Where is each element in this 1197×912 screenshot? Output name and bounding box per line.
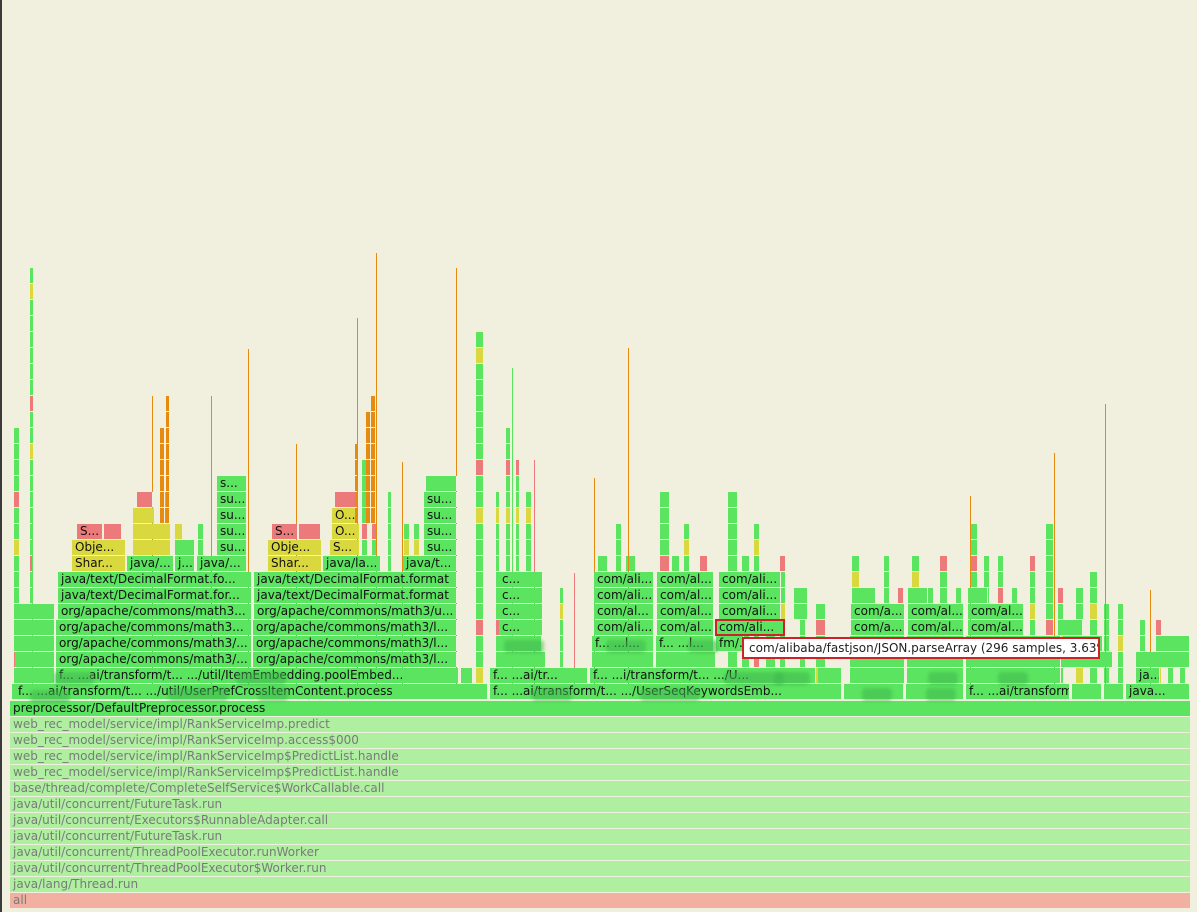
flame-frame[interactable]: com/al... bbox=[657, 620, 714, 635]
flame-frame[interactable]: f... ...ai/transformer/... bbox=[966, 684, 1070, 699]
frame-tooltip: com/alibaba/fastjson/JSON.parseArray (29… bbox=[742, 637, 1100, 659]
flame-frame[interactable]: su... bbox=[424, 508, 457, 523]
flame-frame[interactable]: su... bbox=[217, 524, 247, 539]
flame-frame[interactable]: su... bbox=[217, 540, 247, 555]
flame-frame[interactable]: java/text/DecimalFormat.fo... bbox=[58, 572, 252, 587]
flame-frame[interactable]: c... bbox=[499, 588, 543, 603]
flame-frame[interactable]: org/apache/commons/math3/l... bbox=[253, 652, 457, 667]
flame-frame[interactable]: su... bbox=[217, 492, 247, 507]
flame-frame[interactable]: java/t... bbox=[403, 556, 457, 571]
flame-frame[interactable]: com/al... bbox=[657, 572, 714, 587]
flame-frame[interactable]: f... ...ai/tr... bbox=[490, 668, 588, 683]
flame-frame[interactable]: org/apache/commons/math3... bbox=[56, 620, 252, 635]
flame-frame[interactable]: ja... bbox=[1136, 668, 1160, 683]
flame-frame[interactable]: java/... bbox=[127, 556, 174, 571]
flame-frame[interactable]: Shar... bbox=[72, 556, 126, 571]
flame-frame[interactable]: com/al... bbox=[968, 620, 1024, 635]
flame-frame[interactable]: c... bbox=[499, 572, 543, 587]
flame-frame[interactable]: S... bbox=[272, 524, 298, 539]
flame-frame[interactable]: S... bbox=[330, 540, 360, 555]
flame-frame[interactable]: com/al... bbox=[908, 620, 964, 635]
flame-frame[interactable]: su... bbox=[424, 524, 457, 539]
flame-frame[interactable]: com/ali... bbox=[719, 572, 781, 587]
flame-frame[interactable]: S... bbox=[77, 524, 103, 539]
flame-frame[interactable]: su... bbox=[217, 508, 247, 523]
flame-graph: f... ...ai/transform/t... .../util/UserP… bbox=[0, 0, 1197, 912]
flame-frame[interactable]: com/ali... bbox=[594, 620, 654, 635]
flame-frame[interactable]: org/apache/commons/math3/... bbox=[56, 636, 252, 651]
flame-frame[interactable]: Shar... bbox=[268, 556, 322, 571]
flame-frame[interactable]: java/... bbox=[197, 556, 247, 571]
flame-frame[interactable]: su... bbox=[424, 492, 457, 507]
flame-frame[interactable]: com/a... bbox=[851, 620, 905, 635]
flame-frame[interactable]: fm/... bbox=[716, 636, 744, 651]
flame-frame[interactable]: org/apache/commons/math3/u... bbox=[254, 604, 457, 619]
flame-frame[interactable]: org/apache/commons/math3/... bbox=[56, 652, 252, 667]
flame-frame[interactable]: com/al... bbox=[968, 604, 1024, 619]
flame-frame[interactable]: c... bbox=[499, 604, 543, 619]
flame-frame[interactable]: com/a... bbox=[851, 604, 905, 619]
flame-frame[interactable]: Obje... bbox=[72, 540, 126, 555]
flame-frame[interactable]: java... bbox=[1126, 684, 1190, 699]
flame-frame[interactable]: f... ...ai/transform/t... .../util/UserP… bbox=[15, 684, 488, 699]
flame-frame[interactable]: org/apache/commons/math3/l... bbox=[253, 636, 457, 651]
flame-frame[interactable]: org/apache/commons/math3/l... bbox=[253, 620, 457, 635]
flame-frame[interactable]: com/ali... bbox=[594, 572, 654, 587]
flame-frame[interactable]: com/al... bbox=[657, 604, 714, 619]
flame-frame[interactable]: com/ali... bbox=[715, 619, 785, 636]
flame-frame[interactable]: com/ali... bbox=[719, 588, 781, 603]
flame-frame[interactable]: java/la... bbox=[323, 556, 381, 571]
flame-frame[interactable]: j... bbox=[175, 556, 195, 571]
flame-frame[interactable]: Obje... bbox=[268, 540, 322, 555]
flame-frame[interactable]: org/apache/commons/math3... bbox=[58, 604, 252, 619]
flame-frame[interactable]: O... bbox=[332, 524, 360, 539]
flame-frame[interactable]: com/ali... bbox=[594, 588, 654, 603]
flame-frame[interactable]: com/ali... bbox=[719, 604, 781, 619]
flame-frame[interactable]: su... bbox=[424, 540, 457, 555]
flame-frame[interactable]: com/al... bbox=[908, 604, 964, 619]
flame-frame[interactable]: java/text/DecimalFormat.format bbox=[254, 588, 457, 603]
flame-frame[interactable]: java/text/DecimalFormat.format bbox=[254, 572, 457, 587]
flame-frame[interactable]: c... bbox=[499, 620, 543, 635]
flame-frame[interactable]: com/al... bbox=[657, 588, 714, 603]
flame-frame[interactable]: s... bbox=[217, 476, 247, 491]
flame-frame[interactable]: java/text/DecimalFormat.for... bbox=[58, 588, 252, 603]
flame-frame[interactable]: com/al... bbox=[594, 604, 654, 619]
